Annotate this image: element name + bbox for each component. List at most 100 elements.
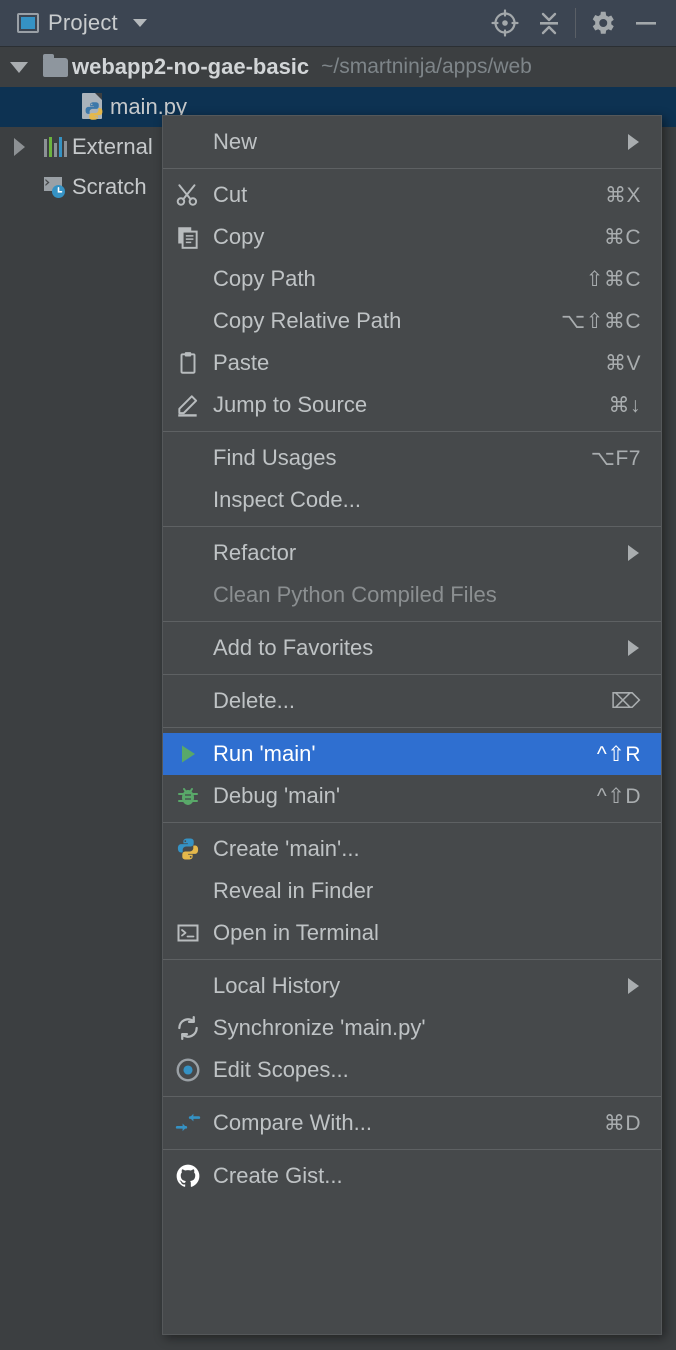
menu-item-shortcut: ^⇧D — [596, 784, 641, 808]
menu-separator — [163, 168, 661, 169]
scratches-icon — [38, 175, 72, 199]
menu-item-label: Jump to Source — [213, 392, 368, 417]
terminal-icon — [163, 921, 213, 945]
libraries-icon — [38, 137, 72, 157]
collapse-all-icon[interactable] — [527, 1, 571, 45]
menu-item-label: Create Gist... — [213, 1163, 343, 1188]
menu-item-shortcut: ⌘V — [604, 351, 641, 375]
run-icon — [163, 742, 213, 766]
menu-separator — [163, 959, 661, 960]
pencil-icon — [163, 392, 213, 418]
project-path-label: ~/smartninja/apps/web — [321, 55, 532, 78]
menu-item-clean-python-compiled-files: Clean Python Compiled Files — [163, 574, 661, 616]
menu-separator — [163, 727, 661, 728]
refresh-icon — [163, 1015, 213, 1041]
chevron-right-icon — [628, 134, 639, 150]
menu-item-label: Delete... — [213, 688, 295, 713]
expand-arrow-right-icon[interactable] — [0, 138, 38, 156]
context-menu: New Cut ⌘X Copy ⌘C Copy Path ⇧⌘C Copy Re… — [162, 115, 662, 1335]
menu-separator — [163, 822, 661, 823]
toolwindow-title-group[interactable]: Project — [0, 10, 147, 36]
menu-item-copy-relative-path[interactable]: Copy Relative Path ⌥⇧⌘C — [163, 300, 661, 342]
menu-item-jump-to-source[interactable]: Jump to Source ⌘↓ — [163, 384, 661, 426]
toolwindow-header: Project — [0, 0, 676, 47]
folder-icon — [38, 53, 72, 77]
tree-item-label: External — [72, 134, 153, 159]
chevron-right-icon — [628, 545, 639, 561]
scissors-icon — [163, 182, 213, 208]
menu-item-shortcut: ⌘X — [604, 183, 641, 207]
debug-icon — [163, 784, 213, 808]
menu-item-cut[interactable]: Cut ⌘X — [163, 174, 661, 216]
menu-item-label: Debug 'main' — [213, 783, 341, 808]
menu-item-copy[interactable]: Copy ⌘C — [163, 216, 661, 258]
menu-separator — [163, 1096, 661, 1097]
chevron-down-icon[interactable] — [132, 19, 147, 27]
gear-icon[interactable] — [580, 1, 624, 45]
minimize-icon[interactable] — [624, 1, 668, 45]
menu-item-shortcut: ⌥⇧⌘C — [561, 309, 641, 333]
tree-row-project[interactable]: webapp2-no-gae-basic ~/smartninja/apps/w… — [0, 47, 676, 87]
scopes-icon — [163, 1057, 213, 1083]
menu-item-new[interactable]: New — [163, 121, 661, 163]
menu-item-local-history[interactable]: Local History — [163, 965, 661, 1007]
menu-item-compare-with[interactable]: Compare With... ⌘D — [163, 1102, 661, 1144]
menu-item-run-main[interactable]: Run 'main' ^⇧R — [163, 733, 661, 775]
locate-icon[interactable] — [483, 1, 527, 45]
toolwindow-actions — [483, 1, 676, 45]
menu-item-create-gist[interactable]: Create Gist... — [163, 1155, 661, 1197]
menu-item-find-usages[interactable]: Find Usages ⌥F7 — [163, 437, 661, 479]
menu-item-synchronize[interactable]: Synchronize 'main.py' — [163, 1007, 661, 1049]
ide-project-panel: Project webapp2-no-gae-basic ~/smartninj… — [0, 0, 676, 1350]
clipboard-icon — [163, 350, 213, 376]
menu-item-edit-scopes[interactable]: Edit Scopes... — [163, 1049, 661, 1091]
menu-item-shortcut: ⌘C — [603, 225, 641, 249]
menu-item-add-to-favorites[interactable]: Add to Favorites — [163, 627, 661, 669]
menu-item-debug-main[interactable]: Debug 'main' ^⇧D — [163, 775, 661, 817]
menu-item-delete[interactable]: Delete... ⌦ — [163, 680, 661, 722]
menu-item-label: Clean Python Compiled Files — [213, 582, 497, 607]
toolwindow-title: Project — [48, 10, 118, 35]
github-icon — [163, 1163, 213, 1189]
menu-item-label: Paste — [213, 350, 270, 375]
menu-item-label: Copy Relative Path — [213, 308, 402, 333]
tree-item-label: webapp2-no-gae-basic — [72, 54, 310, 79]
menu-item-shortcut: ⌘↓ — [608, 393, 641, 417]
menu-separator — [163, 621, 661, 622]
tree-item-label: Scratch — [72, 174, 147, 199]
chevron-right-icon — [628, 978, 639, 994]
chevron-right-icon — [628, 640, 639, 656]
menu-separator — [163, 674, 661, 675]
menu-item-refactor[interactable]: Refactor — [163, 532, 661, 574]
menu-item-open-in-terminal[interactable]: Open in Terminal — [163, 912, 661, 954]
menu-item-label: Edit Scopes... — [213, 1057, 349, 1082]
menu-item-label: Run 'main' — [213, 741, 316, 766]
menu-item-label: Open in Terminal — [213, 920, 379, 945]
menu-separator — [163, 526, 661, 527]
menu-separator — [163, 1149, 661, 1150]
menu-item-shortcut: ⌘D — [603, 1111, 641, 1135]
menu-item-shortcut: ⇧⌘C — [585, 267, 641, 291]
menu-item-shortcut: ^⇧R — [596, 742, 641, 766]
compare-icon — [163, 1110, 213, 1136]
menu-item-label: Copy Path — [213, 266, 316, 291]
expand-arrow-down-icon[interactable] — [0, 61, 38, 73]
menu-item-label: Synchronize 'main.py' — [213, 1015, 426, 1040]
copy-icon — [163, 224, 213, 250]
menu-item-reveal-in-finder[interactable]: Reveal in Finder — [163, 870, 661, 912]
menu-item-create-main[interactable]: Create 'main'... — [163, 828, 661, 870]
menu-item-shortcut: ⌥F7 — [590, 446, 641, 470]
menu-separator — [163, 431, 661, 432]
toolbar-divider — [575, 8, 576, 38]
menu-item-copy-path[interactable]: Copy Path ⇧⌘C — [163, 258, 661, 300]
menu-item-label: Create 'main'... — [213, 836, 360, 861]
menu-item-label: New — [213, 129, 258, 154]
menu-item-label: Reveal in Finder — [213, 878, 374, 903]
menu-item-inspect-code[interactable]: Inspect Code... — [163, 479, 661, 521]
menu-item-label: Find Usages — [213, 445, 337, 470]
python-file-icon — [76, 93, 110, 121]
menu-item-shortcut: ⌦ — [610, 689, 641, 713]
menu-item-label: Refactor — [213, 540, 297, 565]
menu-item-label: Inspect Code... — [213, 487, 361, 512]
menu-item-paste[interactable]: Paste ⌘V — [163, 342, 661, 384]
